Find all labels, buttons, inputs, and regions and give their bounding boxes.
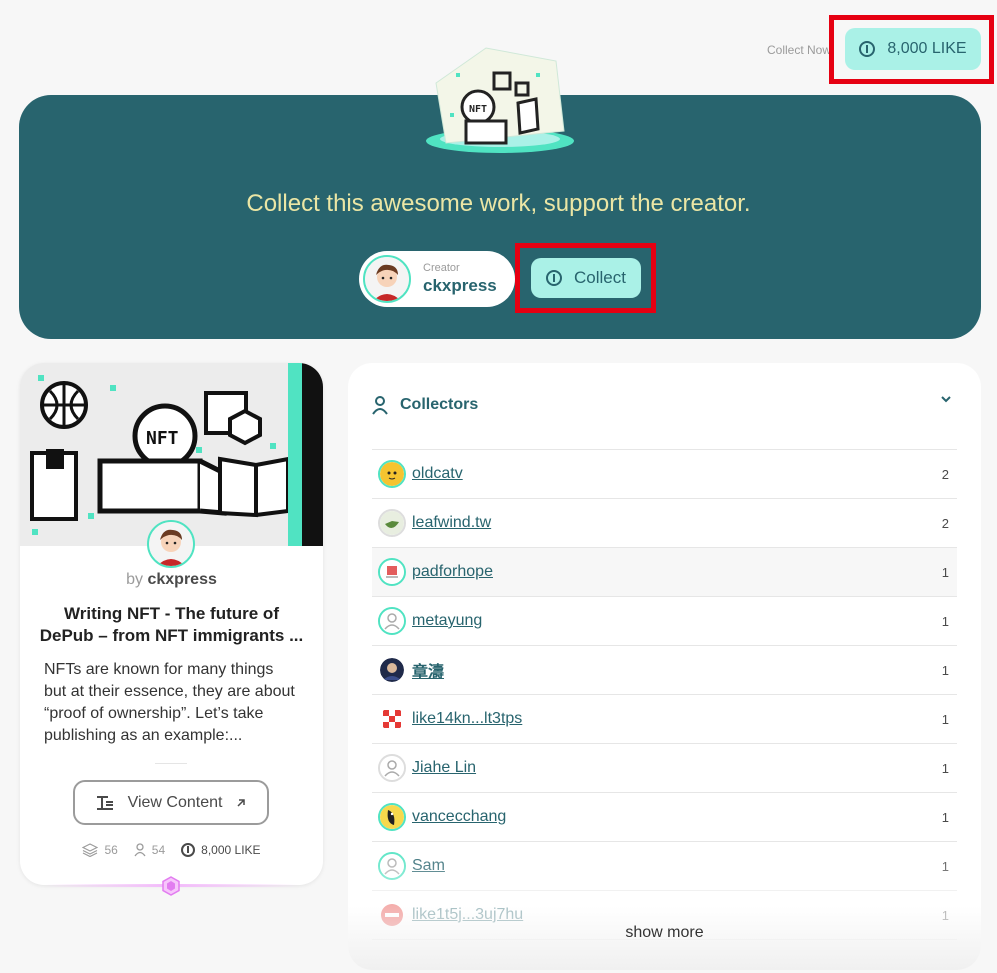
collector-name[interactable]: padforhope	[412, 563, 942, 581]
collector-name[interactable]: oldcatv	[412, 465, 942, 483]
cat-avatar-icon	[380, 462, 404, 486]
collector-row[interactable]: Jiahe Lin 1	[372, 744, 957, 793]
collector-name[interactable]: like14kn...lt3tps	[412, 710, 942, 728]
person-icon	[134, 843, 146, 857]
view-content-button[interactable]: View Content	[73, 780, 269, 825]
bird-avatar-icon	[380, 511, 404, 535]
person-avatar-icon	[380, 658, 404, 682]
collector-avatar	[378, 754, 406, 782]
collector-name[interactable]: metayung	[412, 612, 942, 630]
collector-count: 1	[941, 858, 949, 874]
highlight-box-collect	[515, 243, 656, 313]
collector-count: 2	[941, 466, 949, 482]
nft-title: Writing NFT - The future of DePub – from…	[39, 604, 304, 645]
collector-count: 1	[941, 711, 949, 727]
collectors-count: 54	[151, 843, 166, 857]
creator-name: ckxpress	[423, 276, 497, 295]
gem-icon	[162, 876, 180, 896]
collector-row[interactable]: leafwind.tw 2	[372, 499, 957, 548]
person-icon	[372, 396, 388, 415]
price-value: 8,000 LIKE	[201, 843, 261, 857]
collector-avatar	[378, 852, 406, 880]
creator-badge[interactable]: Creator ckxpress	[359, 251, 515, 307]
collectors-list: oldcatv 2 leafwind.tw 2 padforhope 1 met…	[372, 449, 957, 940]
collector-count: 1	[941, 613, 949, 629]
collector-avatar	[378, 705, 406, 733]
collector-name[interactable]: vancecchang	[412, 808, 942, 826]
svg-text:NFT: NFT	[469, 104, 487, 115]
svg-text:NFT: NFT	[146, 428, 179, 449]
external-link-icon	[237, 798, 246, 807]
hero-headline: Collect this awesome work, support the c…	[246, 190, 751, 217]
price-stat: 8,000 LIKE	[181, 843, 261, 857]
author-avatar-icon	[149, 522, 193, 566]
by-prefix: by	[126, 571, 144, 588]
collector-row[interactable]: like14kn...lt3tps 1	[372, 695, 957, 744]
collector-count: 2	[941, 515, 949, 531]
collector-name[interactable]: Jiahe Lin	[412, 759, 942, 777]
collector-name[interactable]: 章濤	[412, 658, 942, 682]
collectors-stat: 54	[134, 843, 165, 857]
collector-row[interactable]: Sam 1	[372, 842, 957, 891]
collector-avatar	[378, 656, 406, 684]
collector-avatar	[378, 607, 406, 635]
nft-illustration: NFT	[426, 47, 574, 153]
nft-cover-image: NFT	[20, 363, 323, 546]
chevron-down-icon[interactable]	[940, 395, 952, 403]
collector-row[interactable]: vancecchang 1	[372, 793, 957, 842]
author-line: by ckxpress	[20, 571, 323, 589]
default-avatar-icon	[380, 854, 404, 878]
collector-count: 1	[941, 662, 949, 678]
collector-row[interactable]: metayung 1	[372, 597, 957, 646]
default-avatar-icon	[380, 756, 404, 780]
card-divider	[155, 763, 187, 764]
nft-stats: 56 54 8,000 LIKE	[20, 843, 323, 857]
article-icon	[96, 795, 113, 810]
collector-avatar	[378, 460, 406, 488]
pad-avatar-icon	[380, 560, 404, 584]
collector-avatar	[378, 558, 406, 586]
editions-stat: 56	[82, 843, 118, 857]
default-avatar-icon	[380, 609, 404, 633]
collectors-panel: Collectors oldcatv 2 leafwind.tw 2 padfo…	[348, 363, 981, 970]
collector-count: 1	[941, 760, 949, 776]
collectors-title: Collectors	[400, 396, 479, 413]
creator-avatar-icon	[365, 257, 409, 301]
collector-row[interactable]: 章濤 1	[372, 646, 957, 695]
highlight-box-price	[829, 15, 994, 84]
collect-now-label: Collect Now	[767, 43, 832, 57]
collector-avatar	[378, 509, 406, 537]
layers-icon	[82, 843, 99, 857]
collector-count: 1	[941, 907, 949, 923]
view-content-label: View Content	[127, 793, 223, 811]
collector-avatar	[378, 803, 406, 831]
nft-description: NFTs are known for many things but at th…	[44, 661, 295, 744]
pattern-avatar-icon	[380, 707, 404, 731]
author-avatar[interactable]	[147, 520, 195, 568]
collector-name[interactable]: Sam	[412, 857, 942, 875]
author-name[interactable]: ckxpress	[147, 571, 216, 588]
collector-name[interactable]: leafwind.tw	[412, 514, 942, 532]
like-coin-icon	[181, 843, 196, 857]
nft-card: NFT by ckxpress Writing NFT - The future…	[20, 363, 323, 885]
collector-row[interactable]: padforhope 1	[372, 548, 957, 597]
collector-name[interactable]: like1t5j...3uj7hu	[412, 906, 942, 924]
collectors-header[interactable]: Collectors	[372, 395, 478, 415]
collector-count: 1	[941, 564, 949, 580]
show-more-button[interactable]: show more	[348, 924, 981, 942]
bird-avatar-icon	[380, 805, 404, 829]
collector-count: 1	[941, 809, 949, 825]
creator-avatar	[363, 255, 411, 303]
editions-count: 56	[104, 843, 118, 857]
creator-caption: Creator	[423, 262, 460, 274]
collector-row[interactable]: oldcatv 2	[372, 450, 957, 499]
